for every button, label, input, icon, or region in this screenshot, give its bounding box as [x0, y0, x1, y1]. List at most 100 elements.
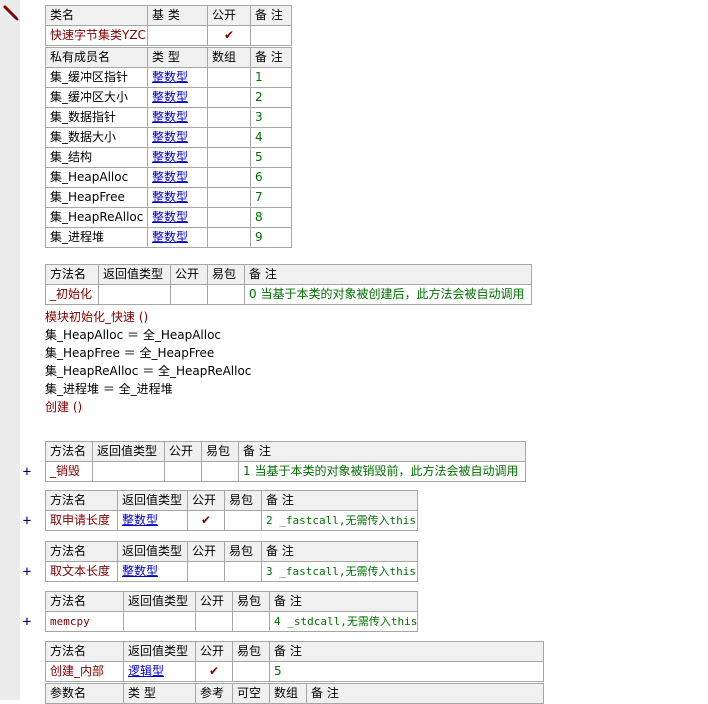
member-type-cell[interactable]: 整数型	[147, 187, 208, 208]
return-type-cell[interactable]: 整数型	[117, 561, 188, 582]
method-note-cell[interactable]: 4 _stdcall,无需传入this	[269, 611, 418, 632]
member-type-cell[interactable]: 整数型	[147, 147, 208, 168]
return-type-cell[interactable]: 逻辑型	[123, 661, 196, 682]
method-note-cell[interactable]: 5	[269, 661, 544, 682]
member-array-cell[interactable]	[207, 187, 251, 208]
member-row[interactable]: 集_缓冲区指针 整数型 1	[45, 67, 292, 88]
public-cell[interactable]	[187, 561, 225, 582]
member-array-cell[interactable]	[207, 107, 251, 128]
public-cell[interactable]	[195, 611, 233, 632]
member-array-cell[interactable]	[207, 207, 251, 228]
member-row[interactable]: 集_进程堆 整数型 9	[45, 227, 292, 248]
class-name-cell[interactable]: 快速字节集类YZC	[45, 25, 148, 46]
method-note-cell[interactable]: 2 _fastcall,无需传入this	[261, 510, 418, 531]
method-row-get-alloc-length[interactable]: 取申请长度 整数型 ✔ 2 _fastcall,无需传入this	[45, 510, 418, 531]
public-check-icon[interactable]: ✔	[207, 25, 251, 46]
class-row[interactable]: 快速字节集类YZC ✔	[45, 25, 292, 46]
member-row[interactable]: 集_HeapFree 整数型 7	[45, 187, 292, 208]
member-name-cell[interactable]: 集_HeapReAlloc	[45, 207, 148, 228]
code-line[interactable]: 模块初始化_快速 ()	[45, 308, 251, 326]
member-name-cell[interactable]: 集_缓冲区指针	[45, 67, 148, 88]
member-name-cell[interactable]: 集_数据大小	[45, 127, 148, 148]
member-type-cell[interactable]: 整数型	[147, 107, 208, 128]
member-name-cell[interactable]: 集_结构	[45, 147, 148, 168]
method-row-init[interactable]: _初始化 0 当基于本类的对象被创建后，此方法会被自动调用	[45, 284, 532, 305]
method-note-cell[interactable]: 3 _fastcall,无需传入this	[261, 561, 418, 582]
member-row[interactable]: 集_缓冲区大小 整数型 2	[45, 87, 292, 108]
code-line[interactable]: 集_进程堆 ＝ 全_进程堆	[45, 380, 251, 398]
easy-pack-cell[interactable]	[232, 611, 270, 632]
method-note-cell[interactable]: 0 当基于本类的对象被创建后，此方法会被自动调用	[244, 284, 532, 305]
expand-icon[interactable]: +	[20, 612, 34, 632]
member-array-cell[interactable]	[207, 127, 251, 148]
method-row-destroy[interactable]: _销毁 1 当基于本类的对象被销毁前，此方法会被自动调用	[45, 461, 526, 482]
member-type-cell[interactable]: 整数型	[147, 227, 208, 248]
return-type-cell[interactable]	[92, 461, 165, 482]
easy-pack-cell[interactable]	[232, 661, 270, 682]
member-name-cell[interactable]: 集_进程堆	[45, 227, 148, 248]
member-type-cell[interactable]: 整数型	[147, 207, 208, 228]
member-note-cell[interactable]: 9	[250, 227, 292, 248]
method-name-cell[interactable]: 创建_内部	[45, 661, 124, 682]
easy-pack-cell[interactable]	[201, 461, 239, 482]
public-check-icon[interactable]: ✔	[195, 661, 233, 682]
code-block[interactable]: 模块初始化_快速 () 集_HeapAlloc ＝ 全_HeapAlloc 集_…	[45, 308, 251, 416]
method-name-cell[interactable]: 取申请长度	[45, 510, 118, 531]
return-type-cell[interactable]	[98, 284, 171, 305]
expand-icon[interactable]: +	[20, 511, 34, 531]
easy-pack-cell[interactable]	[207, 284, 245, 305]
member-note-cell[interactable]: 1	[250, 67, 292, 88]
member-array-cell[interactable]	[207, 227, 251, 248]
member-note-cell[interactable]: 3	[250, 107, 292, 128]
return-type-cell[interactable]	[123, 611, 196, 632]
member-note-cell[interactable]: 2	[250, 87, 292, 108]
member-name-cell[interactable]: 集_数据指针	[45, 107, 148, 128]
member-note-cell[interactable]: 6	[250, 167, 292, 188]
member-array-cell[interactable]	[207, 67, 251, 88]
method-row-memcpy[interactable]: memcpy 4 _stdcall,无需传入this	[45, 611, 418, 632]
public-check-icon[interactable]: ✔	[187, 510, 225, 531]
code-line[interactable]: 创建 ()	[45, 398, 251, 416]
member-note-cell[interactable]: 4	[250, 127, 292, 148]
public-cell[interactable]	[164, 461, 202, 482]
class-table-header: 类名 基 类 公开 备 注	[45, 5, 292, 26]
member-type-cell[interactable]: 整数型	[147, 127, 208, 148]
member-type-cell[interactable]: 整数型	[147, 167, 208, 188]
expand-icon[interactable]: +	[20, 462, 34, 482]
member-row[interactable]: 集_数据大小 整数型 4	[45, 127, 292, 148]
code-line[interactable]: 集_HeapAlloc ＝ 全_HeapAlloc	[45, 326, 251, 344]
member-row[interactable]: 集_数据指针 整数型 3	[45, 107, 292, 128]
member-array-cell[interactable]	[207, 167, 251, 188]
member-row[interactable]: 集_HeapAlloc 整数型 6	[45, 167, 292, 188]
method-note-cell[interactable]: 1 当基于本类的对象被销毁前，此方法会被自动调用	[238, 461, 526, 482]
code-line[interactable]: 集_HeapReAlloc ＝ 全_HeapReAlloc	[45, 362, 251, 380]
method-header-row: 方法名 返回值类型 公开 易包 备 注	[45, 641, 544, 662]
method-row-get-text-length[interactable]: 取文本长度 整数型 3 _fastcall,无需传入this	[45, 561, 418, 582]
member-row[interactable]: 集_结构 整数型 5	[45, 147, 292, 168]
method-name-cell[interactable]: memcpy	[45, 611, 124, 632]
class-note-cell[interactable]	[250, 25, 292, 46]
member-name-cell[interactable]: 集_缓冲区大小	[45, 87, 148, 108]
method-name-cell[interactable]: _初始化	[45, 284, 99, 305]
member-array-cell[interactable]	[207, 147, 251, 168]
member-note-cell[interactable]: 5	[250, 147, 292, 168]
code-line[interactable]: 集_HeapFree ＝ 全_HeapFree	[45, 344, 251, 362]
method-name-cell[interactable]: _销毁	[45, 461, 93, 482]
member-name-cell[interactable]: 集_HeapFree	[45, 187, 148, 208]
expand-icon[interactable]: +	[20, 562, 34, 582]
method-name-cell[interactable]: 取文本长度	[45, 561, 118, 582]
method-row-create-internal[interactable]: 创建_内部 逻辑型 ✔ 5	[45, 661, 544, 682]
return-type-cell[interactable]: 整数型	[117, 510, 188, 531]
member-array-cell[interactable]	[207, 87, 251, 108]
base-class-cell[interactable]	[147, 25, 208, 46]
member-note-cell[interactable]: 8	[250, 207, 292, 228]
member-note-cell[interactable]: 7	[250, 187, 292, 208]
member-name-cell[interactable]: 集_HeapAlloc	[45, 167, 148, 188]
easy-pack-cell[interactable]	[224, 561, 262, 582]
public-cell[interactable]	[170, 284, 208, 305]
member-row[interactable]: 集_HeapReAlloc 整数型 8	[45, 207, 292, 228]
header-note: 备 注	[261, 541, 418, 562]
member-type-cell[interactable]: 整数型	[147, 87, 208, 108]
easy-pack-cell[interactable]	[224, 510, 262, 531]
member-type-cell[interactable]: 整数型	[147, 67, 208, 88]
